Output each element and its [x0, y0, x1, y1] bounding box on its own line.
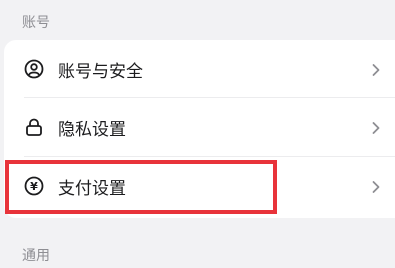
svg-text:¥: ¥: [30, 180, 38, 193]
settings-row-payment[interactable]: ¥ 支付设置: [4, 157, 395, 215]
chevron-right-icon: [371, 120, 381, 134]
section-title-account: 账号: [22, 15, 50, 31]
chevron-right-icon: [371, 62, 381, 76]
lock-icon: [24, 117, 44, 137]
yen-circle-icon: ¥: [24, 176, 44, 196]
settings-row-account-security[interactable]: 账号与安全: [4, 40, 395, 98]
settings-row-privacy[interactable]: 隐私设置: [4, 98, 395, 156]
section-title-general: 通用: [22, 248, 50, 264]
user-circle-icon: [24, 59, 44, 79]
chevron-right-icon: [371, 179, 381, 193]
settings-row-label: 支付设置: [58, 178, 126, 199]
account-settings-card: 账号与安全 隐私设置 ¥ 支付设置: [4, 40, 395, 218]
settings-row-label: 隐私设置: [58, 119, 126, 140]
settings-row-label: 账号与安全: [58, 61, 143, 82]
